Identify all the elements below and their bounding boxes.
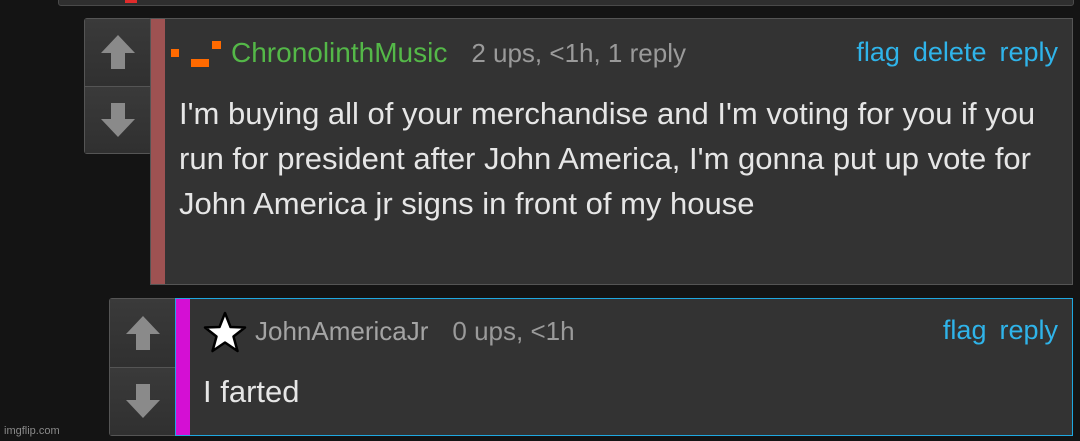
reply-link[interactable]: reply [999,315,1058,346]
vote-box [109,298,177,436]
vote-box [84,18,152,154]
comment-stripe [176,299,190,435]
comment-card: JohnAmericaJr 0 ups, <1h flag reply I fa… [175,298,1073,436]
flag-link[interactable]: flag [856,37,900,68]
upvote-button[interactable] [85,19,151,86]
arrow-up-icon [126,315,160,350]
arrow-down-icon [101,102,135,137]
username[interactable]: ChronolinthMusic [231,37,447,69]
reply-link[interactable]: reply [999,37,1058,68]
arrow-up-icon [101,35,135,70]
comment-meta: 2 ups, <1h, 1 reply [471,38,686,68]
star-icon [203,311,247,353]
comment-text: I farted [203,374,300,409]
pixel-blocks-icon [171,41,221,67]
username[interactable]: JohnAmericaJr [255,316,428,347]
previous-comment-card [58,0,1074,6]
arrow-down-icon [126,384,160,419]
comment-card: ChronolinthMusic 2 ups, <1h, 1 reply fla… [150,18,1073,285]
flag-link[interactable]: flag [943,315,987,346]
watermark: imgflip.com [4,425,60,437]
comment-text: I'm buying all of your merchandise and I… [179,96,1036,221]
downvote-button[interactable] [110,366,176,435]
comment-meta: 0 ups, <1h [452,316,575,346]
previous-comment-stripe [125,0,137,3]
upvote-button[interactable] [110,299,176,367]
delete-link[interactable]: delete [913,37,987,68]
downvote-button[interactable] [85,85,151,153]
